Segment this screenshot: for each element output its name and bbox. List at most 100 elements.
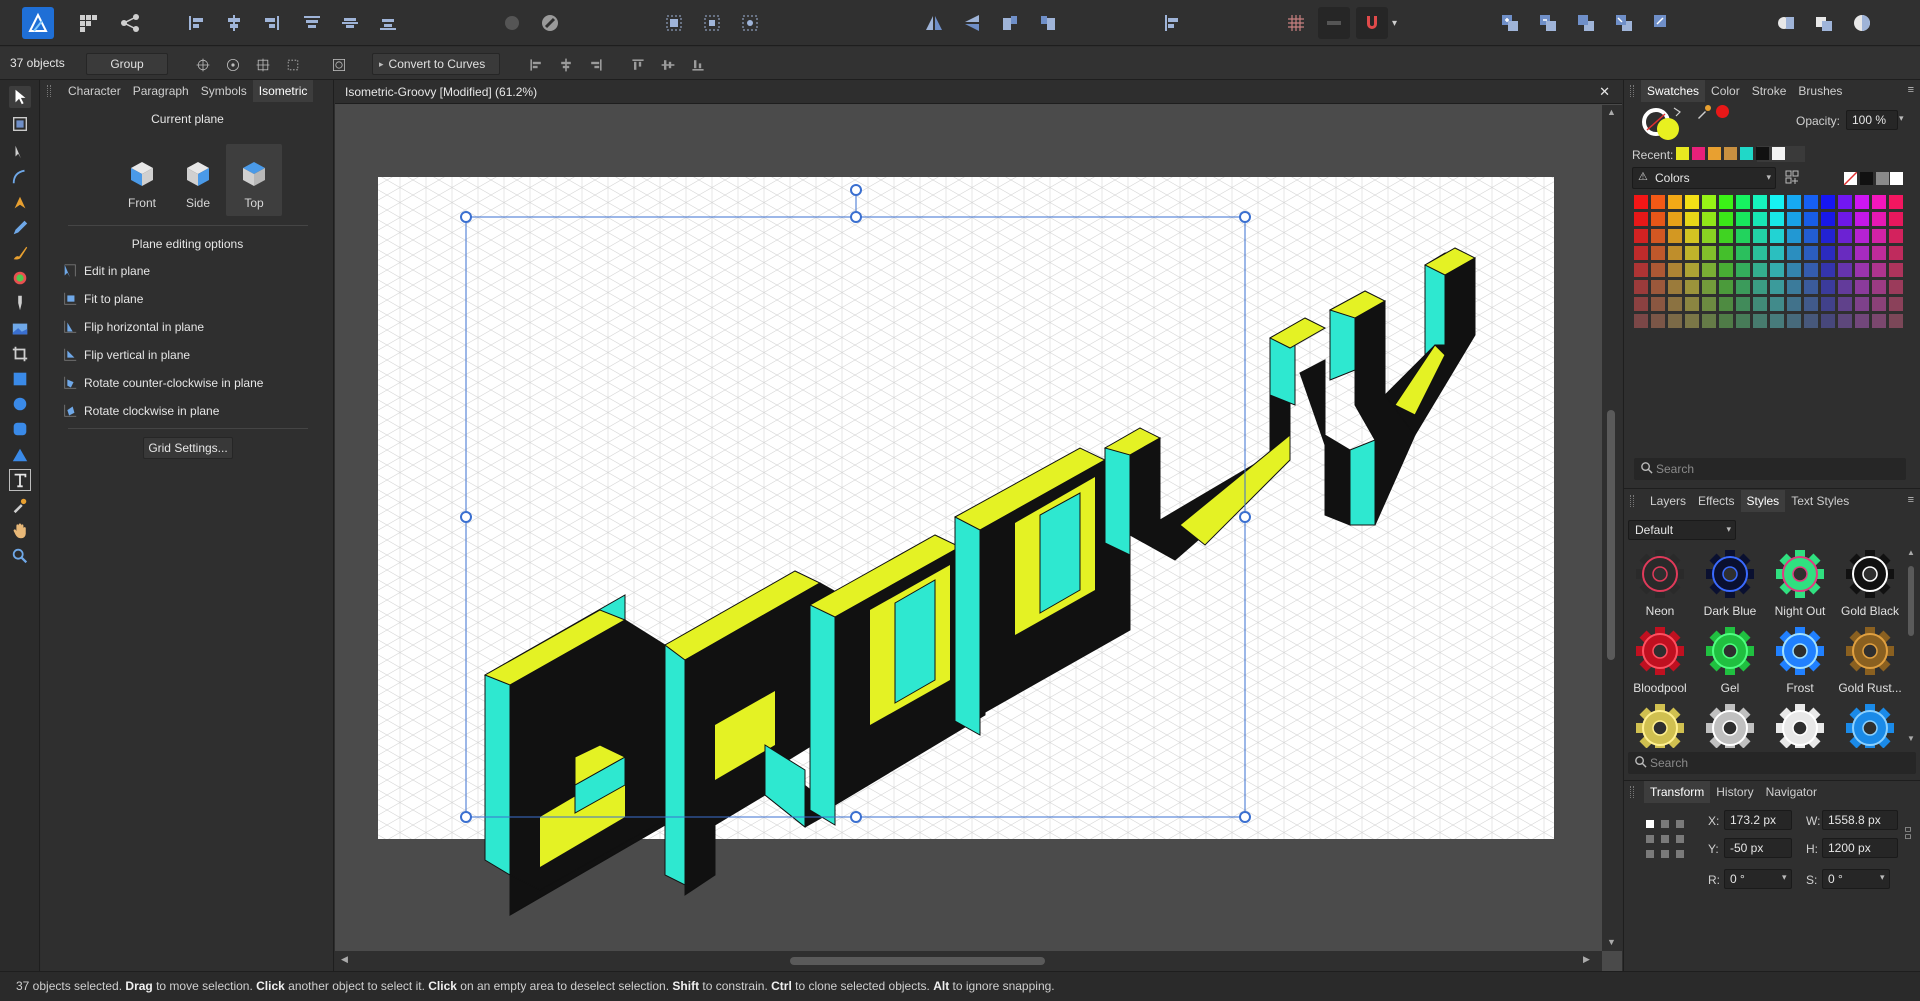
share-icon[interactable] bbox=[114, 7, 146, 39]
rotate-ccw-option[interactable]: Rotate counter-clockwise in plane bbox=[61, 372, 263, 394]
styles-panel-menu-icon[interactable]: ≡ bbox=[1908, 494, 1914, 506]
palette-swatch[interactable] bbox=[1889, 297, 1903, 311]
hand-tool-icon[interactable] bbox=[9, 520, 31, 542]
palette-swatch[interactable] bbox=[1736, 280, 1750, 294]
fill-tool-icon[interactable] bbox=[9, 267, 31, 289]
handle-middle-right[interactable] bbox=[1239, 511, 1251, 523]
handle-top-right[interactable] bbox=[1239, 211, 1251, 223]
transform-origin-icon[interactable] bbox=[193, 55, 213, 75]
palette-swatch[interactable] bbox=[1787, 195, 1801, 209]
palette-swatch[interactable] bbox=[1753, 195, 1767, 209]
handle-top-center[interactable] bbox=[850, 211, 862, 223]
plane-front-button[interactable]: Front bbox=[114, 144, 170, 216]
place-image-tool-icon[interactable] bbox=[9, 318, 31, 340]
styles-scroll-up-icon[interactable]: ▲ bbox=[1907, 548, 1915, 557]
triangle-tool-icon[interactable] bbox=[9, 444, 31, 466]
palette-swatch[interactable] bbox=[1770, 280, 1784, 294]
palette-swatch[interactable] bbox=[1685, 212, 1699, 226]
palette-swatch[interactable] bbox=[1651, 195, 1665, 209]
palette-swatch[interactable] bbox=[1668, 297, 1682, 311]
palette-swatch[interactable] bbox=[1736, 195, 1750, 209]
move-to-back-icon[interactable] bbox=[1608, 7, 1640, 39]
palette-swatch[interactable] bbox=[1685, 246, 1699, 260]
palette-swatch[interactable] bbox=[1872, 263, 1886, 277]
palette-swatch[interactable] bbox=[1838, 212, 1852, 226]
tab-symbols[interactable]: Symbols bbox=[195, 80, 253, 102]
palette-swatch[interactable] bbox=[1804, 280, 1818, 294]
boolean-intersect-icon[interactable] bbox=[1846, 7, 1878, 39]
palette-swatch[interactable] bbox=[1719, 212, 1733, 226]
palette-swatch[interactable] bbox=[1855, 229, 1869, 243]
tab-text-styles[interactable]: Text Styles bbox=[1785, 490, 1855, 512]
palette-swatch[interactable] bbox=[1651, 314, 1665, 328]
palette-swatch[interactable] bbox=[1634, 212, 1648, 226]
palette-swatch[interactable] bbox=[1889, 280, 1903, 294]
palette-swatch[interactable] bbox=[1651, 212, 1665, 226]
handle-bottom-center[interactable] bbox=[850, 811, 862, 823]
palette-swatch[interactable] bbox=[1736, 314, 1750, 328]
palette-swatch[interactable] bbox=[1838, 297, 1852, 311]
palette-swatch[interactable] bbox=[1855, 246, 1869, 260]
palette-swatch[interactable] bbox=[1719, 263, 1733, 277]
move-backward-icon[interactable] bbox=[1570, 7, 1602, 39]
palette-swatch[interactable] bbox=[1787, 246, 1801, 260]
palette-swatch[interactable] bbox=[1821, 229, 1835, 243]
node-tool-icon[interactable] bbox=[9, 141, 31, 163]
palette-swatch[interactable] bbox=[1889, 263, 1903, 277]
x-field[interactable]: 173.2 px bbox=[1724, 810, 1792, 830]
palette-swatch[interactable] bbox=[1804, 229, 1818, 243]
move-to-front-icon[interactable] bbox=[1494, 7, 1526, 39]
panel-grip-icon[interactable] bbox=[1630, 495, 1634, 507]
move-forward-icon[interactable] bbox=[1532, 7, 1564, 39]
rotate-cw-icon[interactable] bbox=[1032, 7, 1064, 39]
style-item[interactable]: Gel bbox=[1696, 625, 1764, 701]
palette-swatch[interactable] bbox=[1838, 229, 1852, 243]
palette-swatch[interactable] bbox=[1770, 246, 1784, 260]
fit-to-plane-option[interactable]: Fit to plane bbox=[61, 288, 143, 310]
palette-swatch[interactable] bbox=[1702, 280, 1716, 294]
recent-swatch[interactable] bbox=[1708, 147, 1721, 160]
palette-swatch[interactable] bbox=[1753, 297, 1767, 311]
boolean-subtract-icon[interactable] bbox=[1808, 7, 1840, 39]
align-top-small-icon[interactable] bbox=[628, 55, 648, 75]
palette-swatch[interactable] bbox=[1634, 246, 1648, 260]
palette-swatch[interactable] bbox=[1770, 229, 1784, 243]
palette-swatch[interactable] bbox=[1753, 229, 1767, 243]
palette-swatch[interactable] bbox=[1838, 195, 1852, 209]
zoom-tool-icon[interactable] bbox=[9, 545, 31, 567]
style-item[interactable]: Gold Black bbox=[1836, 548, 1904, 624]
style-item[interactable]: Dark Blue bbox=[1696, 548, 1764, 624]
palette-swatch[interactable] bbox=[1719, 195, 1733, 209]
palette-swatch[interactable] bbox=[1872, 212, 1886, 226]
palette-swatch[interactable] bbox=[1651, 280, 1665, 294]
select-same-icon[interactable] bbox=[658, 7, 690, 39]
palette-swatch[interactable] bbox=[1685, 195, 1699, 209]
rounded-rectangle-tool-icon[interactable] bbox=[9, 418, 31, 440]
palette-swatch[interactable] bbox=[1838, 246, 1852, 260]
eyedropper-tool-icon[interactable] bbox=[9, 494, 31, 516]
style-item[interactable]: Bloodpool bbox=[1626, 625, 1694, 701]
convert-to-curves-button[interactable]: ▸ Convert to Curves bbox=[372, 53, 500, 75]
scroll-left-icon[interactable]: ◀ bbox=[341, 954, 348, 965]
palette-swatch[interactable] bbox=[1855, 280, 1869, 294]
palette-swatch[interactable] bbox=[1855, 314, 1869, 328]
rotate-cw-option[interactable]: Rotate clockwise in plane bbox=[61, 400, 219, 422]
plane-top-button[interactable]: Top bbox=[226, 144, 282, 216]
palette-swatch[interactable] bbox=[1651, 263, 1665, 277]
group-button[interactable]: Group bbox=[86, 53, 168, 75]
palette-swatch[interactable] bbox=[1787, 297, 1801, 311]
snapping-dropdown-icon[interactable]: ▾ bbox=[1392, 18, 1397, 29]
tab-layers[interactable]: Layers bbox=[1644, 490, 1692, 512]
palette-swatch[interactable] bbox=[1787, 314, 1801, 328]
palette-swatch[interactable] bbox=[1872, 195, 1886, 209]
style-item[interactable]: Neon bbox=[1626, 548, 1694, 624]
tab-transform[interactable]: Transform bbox=[1644, 781, 1711, 803]
tab-isometric[interactable]: Isometric bbox=[252, 80, 314, 102]
palette-swatch[interactable] bbox=[1753, 263, 1767, 277]
pencil-tool-icon[interactable] bbox=[9, 217, 31, 239]
palette-swatch[interactable] bbox=[1770, 195, 1784, 209]
rotation-handle[interactable] bbox=[850, 184, 862, 196]
palette-swatch[interactable] bbox=[1651, 246, 1665, 260]
recent-swatch[interactable] bbox=[1676, 147, 1689, 160]
align-right-icon[interactable] bbox=[256, 7, 288, 39]
